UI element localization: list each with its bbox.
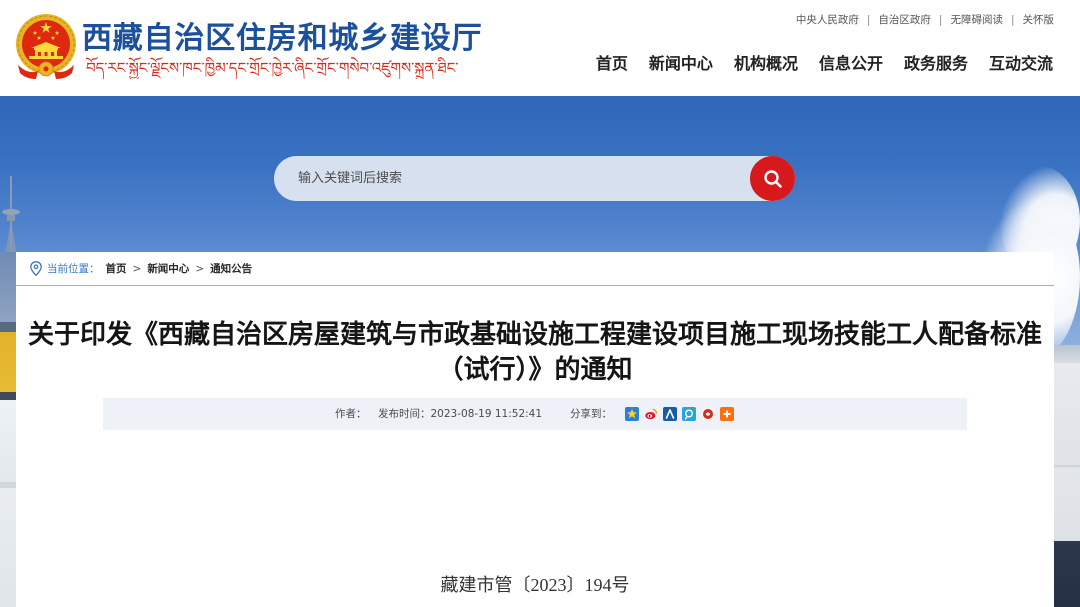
left-building-photo bbox=[0, 252, 16, 607]
search-input[interactable] bbox=[274, 156, 744, 201]
link-care-mode[interactable]: 关怀版 bbox=[1023, 12, 1055, 28]
main-nav: 首页 新闻中心 机构概况 信息公开 政务服务 互动交流 bbox=[596, 53, 1053, 75]
tencent-weibo-share-icon[interactable] bbox=[682, 407, 696, 421]
author-label: 作者： bbox=[335, 408, 367, 420]
site-header: 西藏自治区住房和城乡建设厅 བོད་རང་སྐྱོང་ལྗོངས་ཁང་ཁྱིམ… bbox=[0, 0, 1080, 96]
search-bar bbox=[274, 156, 795, 201]
breadcrumb-label: 当前位置： bbox=[47, 263, 100, 275]
national-emblem-icon bbox=[16, 14, 76, 79]
site-title-tibetan: བོད་རང་སྐྱོང་ལྗོངས་ཁང་ཁྱིམ་དང་གྲོང་ཁྱེར་… bbox=[86, 59, 458, 77]
publish-time-value: 2023-08-19 11:52:41 bbox=[430, 408, 543, 420]
top-link-separator: | bbox=[866, 14, 871, 26]
publish-time: 发布时间：2023-08-19 11:52:41 bbox=[378, 398, 542, 430]
top-links: 中央人民政府 | 自治区政府 | 无障碍阅读 | 关怀版 bbox=[796, 12, 1054, 28]
link-accessible-reading[interactable]: 无障碍阅读 bbox=[950, 12, 1003, 28]
top-link-separator: | bbox=[938, 14, 943, 26]
tv-tower-silhouette bbox=[2, 176, 20, 258]
link-central-government[interactable]: 中央人民政府 bbox=[796, 12, 859, 28]
nav-organization-overview[interactable]: 机构概况 bbox=[734, 53, 798, 75]
people-weibo-share-icon[interactable] bbox=[701, 407, 715, 421]
nav-news-center[interactable]: 新闻中心 bbox=[649, 53, 713, 75]
article-card: 当前位置： 首页 > 新闻中心 > 通知公告 关于印发《西藏自治区房屋建筑与市政… bbox=[16, 252, 1054, 607]
breadcrumb-divider bbox=[16, 285, 1054, 286]
breadcrumb-separator: > bbox=[195, 262, 205, 275]
qzone-share-icon[interactable] bbox=[625, 407, 639, 421]
more-share-icon[interactable] bbox=[720, 407, 734, 421]
location-pin-icon bbox=[30, 261, 42, 276]
breadcrumb-notices[interactable]: 通知公告 bbox=[210, 261, 252, 276]
right-building-photo bbox=[1054, 345, 1080, 607]
search-icon bbox=[763, 169, 782, 188]
nav-home[interactable]: 首页 bbox=[596, 53, 628, 75]
nav-information-disclosure[interactable]: 信息公开 bbox=[819, 53, 883, 75]
breadcrumb-separator: > bbox=[132, 262, 142, 275]
breadcrumb-home[interactable]: 首页 bbox=[106, 261, 127, 276]
article-meta-bar: 作者： 发布时间：2023-08-19 11:52:41 分享到： bbox=[103, 398, 967, 430]
article-title: 关于印发《西藏自治区房屋建筑与市政基础设施工程建设项目施工现场技能工人配备标准（… bbox=[27, 320, 1042, 385]
top-link-separator: | bbox=[1010, 14, 1015, 26]
share-label: 分享到： bbox=[570, 408, 612, 420]
search-button[interactable] bbox=[750, 156, 795, 201]
nav-interaction[interactable]: 互动交流 bbox=[989, 53, 1053, 75]
publish-time-label: 发布时间： bbox=[378, 408, 431, 420]
nav-government-services[interactable]: 政务服务 bbox=[904, 53, 968, 75]
site-title: 西藏自治区住房和城乡建设厅 bbox=[82, 21, 483, 56]
document-number: 藏建市管〔2023〕194号 bbox=[440, 575, 630, 595]
weibo-share-icon[interactable] bbox=[644, 407, 658, 421]
link-regional-government[interactable]: 自治区政府 bbox=[878, 12, 931, 28]
share-icons bbox=[625, 407, 734, 421]
site-logo-link[interactable]: 西藏自治区住房和城乡建设厅 བོད་རང་སྐྱོང་ལྗོངས་ཁང་ཁྱིམ… bbox=[14, 10, 482, 86]
breadcrumb-news-center[interactable]: 新闻中心 bbox=[147, 261, 189, 276]
breadcrumb: 当前位置： 首页 > 新闻中心 > 通知公告 bbox=[30, 252, 252, 285]
renren-share-icon[interactable] bbox=[663, 407, 677, 421]
